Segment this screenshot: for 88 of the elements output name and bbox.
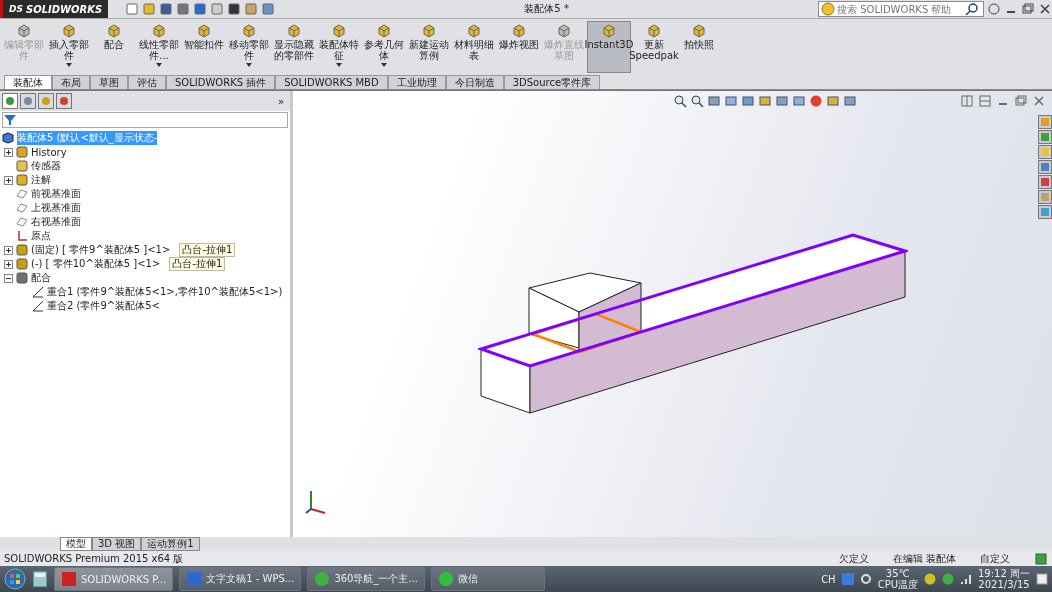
ribbon-button[interactable]: 参考几何体	[362, 21, 406, 73]
tree-item[interactable]: 原点	[31, 229, 51, 243]
caret-icon	[66, 63, 72, 67]
ribbon-tab[interactable]: SOLIDWORKS MBD	[275, 75, 388, 89]
expand-toggle-icon[interactable]	[4, 245, 13, 255]
expand-toggle-icon[interactable]	[4, 259, 13, 269]
ribbon-button[interactable]: 新建运动算例	[407, 21, 451, 73]
ribbon-button[interactable]: 智能扣件	[182, 21, 226, 73]
tree-item[interactable]: History	[31, 146, 67, 158]
filter-icon[interactable]	[3, 113, 17, 127]
signal-icon[interactable]	[960, 573, 972, 585]
angle-icon	[32, 300, 44, 312]
view-tab[interactable]: 3D 视图	[92, 537, 142, 551]
ribbon-tab[interactable]: 装配体	[4, 75, 52, 89]
tree-item[interactable]: 传感器	[31, 159, 61, 173]
status-field: 在编辑 装配体	[892, 551, 956, 566]
taskbar-button[interactable]: 微信	[431, 567, 545, 591]
tree-item[interactable]: 配合	[31, 271, 51, 285]
status-field: 欠定义	[838, 551, 869, 566]
tree-item[interactable]: 上视基准面	[31, 201, 81, 215]
search-field[interactable]: 搜索 SOLIDWORKS 帮助	[818, 1, 984, 17]
feature-callout: 凸台-拉伸1	[179, 243, 236, 257]
zoom-area-icon[interactable]	[690, 94, 704, 108]
tree-item[interactable]: 前视基准面	[31, 187, 81, 201]
expand-toggle-icon[interactable]	[4, 273, 13, 283]
caret-icon	[336, 63, 342, 67]
ribbon-button[interactable]: Instant3D	[587, 21, 631, 73]
tree-item[interactable]: 重合1 (零件9^装配体5<1>,零件10^装配体5<1>)	[47, 285, 283, 299]
plane-icon	[16, 216, 28, 228]
ribbon-tab[interactable]: SOLIDWORKS 插件	[166, 75, 276, 89]
angle-icon	[32, 286, 44, 298]
ribbon-tab[interactable]: 工业助理	[387, 75, 446, 89]
ribbon-button[interactable]: 线性零部件...	[137, 21, 181, 73]
ribbon-tab[interactable]: 3DSource零件库	[503, 75, 601, 89]
tree-item[interactable]: 重合2 (零件9^装配体5<	[47, 299, 160, 313]
caret-icon	[246, 63, 252, 67]
caret-icon	[156, 63, 162, 67]
feature-callout: 凸台-拉伸1	[169, 257, 226, 271]
ribbon-tab[interactable]: 草图	[90, 75, 128, 89]
start-button[interactable]	[4, 568, 26, 590]
ribbon-button[interactable]: 显示隐藏的零部件	[272, 21, 316, 73]
square-icon	[186, 571, 203, 587]
circle-icon[interactable]	[924, 573, 936, 585]
restore-icon[interactable]	[1014, 94, 1028, 108]
model-drawing[interactable]	[477, 232, 908, 416]
ribbon-button[interactable]: 材料明细表	[452, 21, 496, 73]
temperature-label: CPU温度	[877, 579, 918, 590]
collapse-button[interactable]: »	[277, 95, 288, 107]
ribbon-button[interactable]: 插入零部件	[47, 21, 91, 73]
ribbon-tab[interactable]: 评估	[128, 75, 166, 89]
window-title: 装配体5 *	[523, 2, 570, 16]
language-indicator[interactable]: CH	[821, 573, 836, 585]
expand-toggle-icon[interactable]	[4, 175, 13, 185]
close-icon[interactable]	[1032, 94, 1046, 108]
view-tab[interactable]: 运动算例1	[141, 537, 200, 551]
ribbon-button[interactable]: 移动零部件	[227, 21, 271, 73]
axis-icon	[16, 230, 28, 242]
calculator-icon[interactable]	[32, 570, 48, 588]
view-tab[interactable]: 模型	[60, 537, 92, 551]
ribbon-button[interactable]: 配合	[92, 21, 136, 73]
ribbon-tab[interactable]: 今日制造	[445, 75, 504, 89]
split-view-icon[interactable]	[960, 94, 974, 108]
expand-toggle-icon[interactable]	[4, 147, 13, 157]
temperature-reading: 35℃	[885, 568, 910, 579]
circle-icon[interactable]	[942, 573, 954, 585]
taskbar-button[interactable]: 360导航_一个主...	[307, 567, 425, 591]
tree-item[interactable]: 注解	[31, 173, 51, 187]
zoom-in-icon[interactable]	[673, 94, 687, 108]
ribbon-button[interactable]: 装配体特征	[317, 21, 361, 73]
clock-date[interactable]: 2021/3/15	[978, 579, 1030, 590]
product-label: SOLIDWORKS Premium 2015 x64 版	[4, 551, 184, 566]
tree-item[interactable]: 右视基准面	[31, 215, 81, 229]
plane-icon	[16, 202, 28, 214]
taskbar-button[interactable]: 文字文稿1 - WPS...	[179, 567, 302, 591]
split-view-icon[interactable]	[978, 94, 992, 108]
tree-item[interactable]: (固定) [ 零件9^装配体5 ]<1>	[31, 243, 171, 257]
search-icon[interactable]	[965, 2, 979, 16]
close-icon[interactable]	[1038, 2, 1052, 16]
restore-icon[interactable]	[1021, 2, 1035, 16]
plane-icon	[16, 188, 28, 200]
circle-icon	[314, 571, 331, 587]
clock-time[interactable]: 19:12 周一	[978, 568, 1030, 579]
tree-item[interactable]: (-) [ 零件10^装配体5 ]<1>	[31, 257, 161, 271]
ribbon-tab[interactable]: 布局	[52, 75, 90, 89]
status-field: 自定义	[980, 551, 1010, 566]
caret-icon	[381, 63, 387, 67]
ribbon-button[interactable]: 爆炸视图	[497, 21, 541, 73]
app-logo[interactable]: DS SOLIDWORKS	[0, 0, 109, 18]
